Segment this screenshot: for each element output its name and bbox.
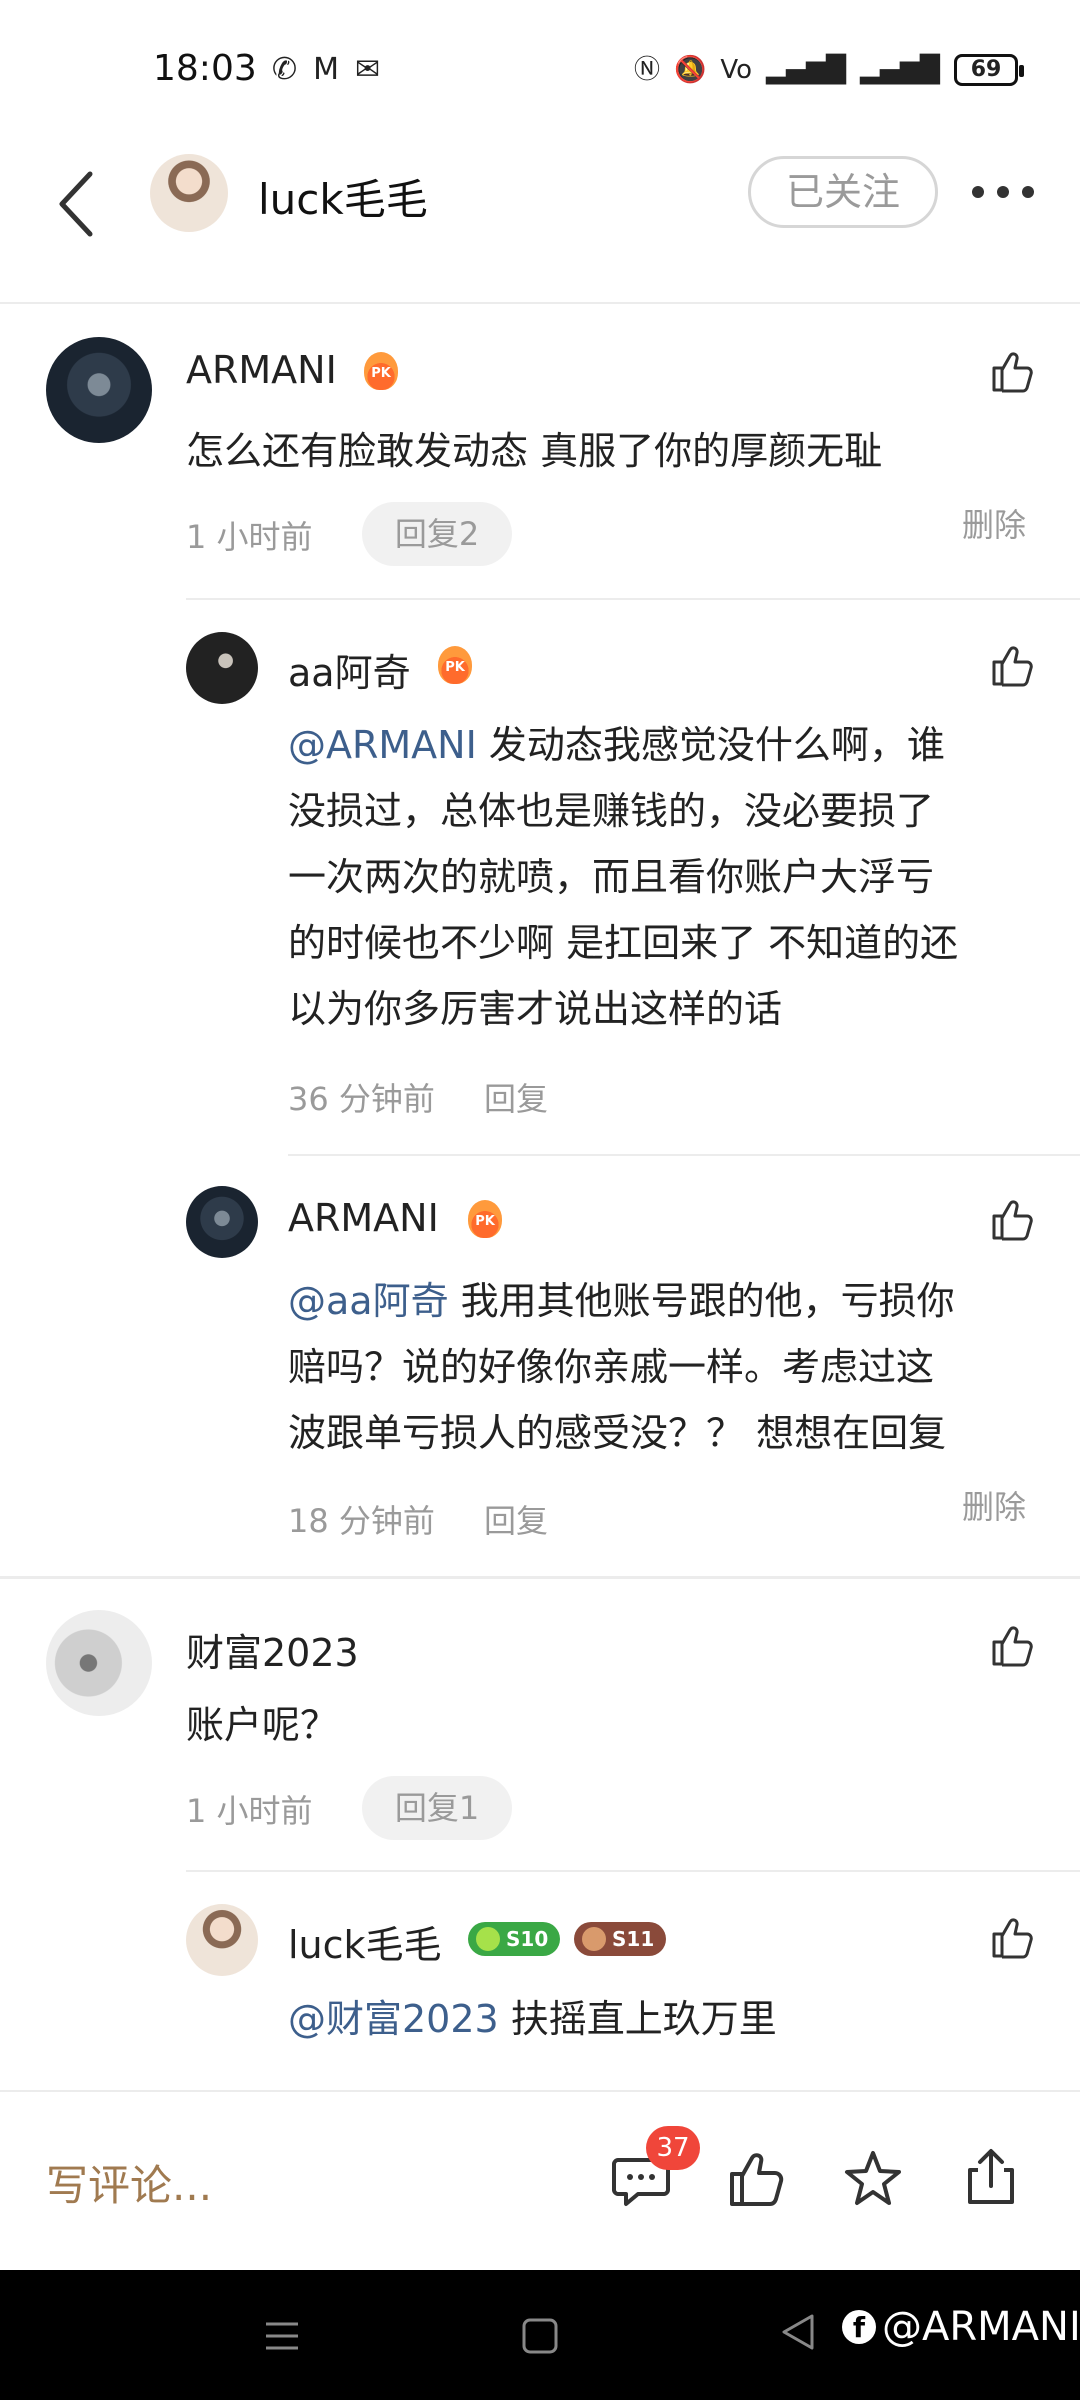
more-icon[interactable] (972, 180, 1034, 204)
like-icon[interactable] (726, 2148, 788, 2210)
menu-icon[interactable] (262, 2316, 302, 2356)
mention-link[interactable]: @财富2023 (288, 1997, 499, 2041)
thumbs-up-icon[interactable] (988, 642, 1036, 690)
avatar[interactable] (46, 1610, 152, 1716)
status-time: 18:03 (153, 48, 257, 89)
author-avatar[interactable] (150, 154, 228, 232)
level-badge: S11 (574, 1922, 667, 1956)
mention-link[interactable]: @ARMANI (288, 723, 477, 767)
pk-badge-icon: PK (438, 646, 472, 684)
header-divider (0, 302, 1080, 304)
back-nav-icon[interactable] (778, 2312, 818, 2352)
back-icon[interactable] (50, 164, 110, 244)
thumbs-up-icon[interactable] (988, 348, 1036, 396)
avatar[interactable] (186, 1904, 258, 1976)
reply-divider (186, 1870, 1080, 1872)
home-icon[interactable] (520, 2316, 560, 2356)
system-icons: Ⓝ 🔕 Vo ▂▄▆█ ▂▄▆█ 69 (634, 52, 1025, 88)
reply-username[interactable]: aa阿奇 (288, 642, 411, 697)
nfc-icon: Ⓝ (634, 55, 661, 85)
reply-button[interactable]: 回复 (484, 1496, 548, 1542)
comment-text: 账户呢？ (186, 1703, 339, 1747)
notification-icons: ✆ M ✉ (272, 52, 380, 88)
reply-button[interactable]: 回复 (484, 1074, 548, 1120)
delete-button[interactable]: 删除 (962, 500, 1026, 546)
reply-text: @ARMANI 发动态我感觉没什么啊，谁 没损过，总体也是赚钱的，没必要损了 一… (288, 723, 959, 1031)
reply-divider (288, 1154, 1080, 1156)
follow-button[interactable]: 已关注 (748, 156, 938, 228)
reply-count-button[interactable]: 回复2 (362, 502, 512, 566)
reply-time: 36 分钟前 (288, 1080, 435, 1118)
thumbs-up-icon[interactable] (988, 1622, 1036, 1670)
signal-r-icon: ▂▄▆█ (860, 55, 941, 85)
reply-username[interactable]: ARMANI (288, 1196, 439, 1240)
comment-text: 怎么还有脸敢发动态 真服了你的厚颜无耻 (186, 429, 883, 473)
mention-link[interactable]: @aa阿奇 (288, 1279, 449, 1323)
facebook-icon: f (842, 2310, 876, 2344)
mail-icon: ✉ (355, 52, 381, 87)
author-name[interactable]: luck毛毛 (258, 166, 428, 227)
star-icon[interactable] (842, 2148, 904, 2210)
reply-time: 18 分钟前 (288, 1502, 435, 1540)
thumbs-up-icon[interactable] (988, 1196, 1036, 1244)
signal-4g-icon: ▂▄▆█ (766, 55, 847, 85)
comment-username[interactable]: ARMANI (186, 348, 337, 392)
status-bar: 18:03 ✆ M ✉ Ⓝ 🔕 Vo ▂▄▆█ ▂▄▆█ 69 (0, 0, 1080, 140)
comment-divider (0, 1576, 1080, 1579)
avatar[interactable] (186, 1186, 258, 1258)
comment-time: 1 小时前 (186, 1792, 313, 1830)
comment-count-badge: 37 (646, 2126, 700, 2170)
pk-badge-icon: PK (468, 1200, 502, 1238)
volte-icon: Vo (720, 55, 753, 85)
system-nav-bar: f @ARMANI (0, 2270, 1080, 2400)
reply-text: @财富2023 扶摇直上玖万里 (288, 1997, 777, 2041)
reply-count-button[interactable]: 回复1 (362, 1776, 512, 1840)
page-header: luck毛毛 已关注 (0, 140, 1080, 300)
watermark: f @ARMANI (842, 2304, 1080, 2350)
avatar[interactable] (186, 632, 258, 704)
comment-username[interactable]: 财富2023 (186, 1622, 359, 1677)
comment-bar: 写评论... 37 (0, 2090, 1080, 2270)
reply-username[interactable]: luck毛毛 (288, 1914, 442, 1969)
avatar[interactable] (46, 337, 152, 443)
write-comment-input[interactable]: 写评论... (46, 2152, 212, 2213)
mute-icon: 🔕 (674, 55, 707, 85)
pk-badge-icon: PK (364, 352, 398, 390)
reply-divider (186, 598, 1080, 600)
reply-text: @aa阿奇 我用其他账号跟的他，亏损你 赔吗？说的好像你亲戚一样。考虑过这 波跟… (288, 1279, 955, 1455)
thumbs-up-icon[interactable] (988, 1914, 1036, 1962)
gmail-icon: M (313, 52, 340, 87)
wechat-icon: ✆ (272, 52, 298, 87)
share-icon[interactable] (960, 2146, 1022, 2208)
battery-icon: 69 (954, 54, 1025, 86)
delete-button[interactable]: 删除 (962, 1482, 1026, 1528)
comment-time: 1 小时前 (186, 518, 313, 556)
level-badge: S10 (468, 1922, 561, 1956)
